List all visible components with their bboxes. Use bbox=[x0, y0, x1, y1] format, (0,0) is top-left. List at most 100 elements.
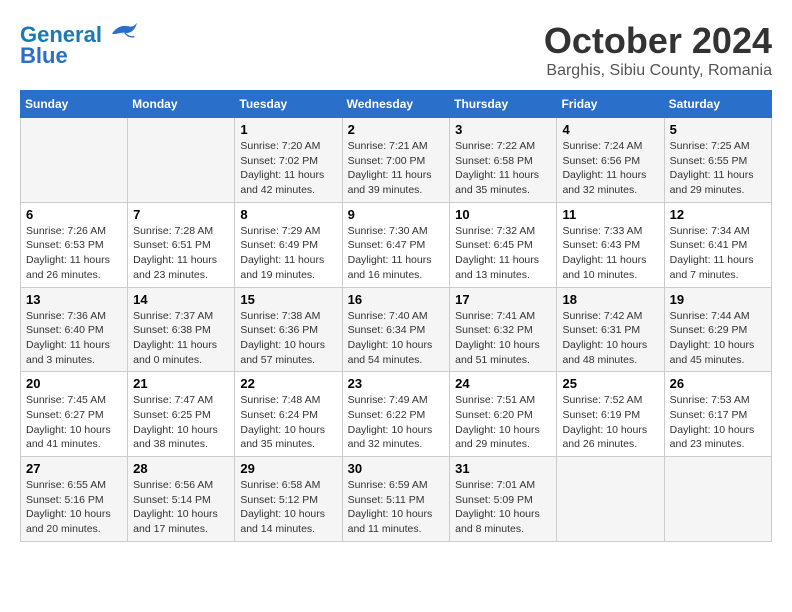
cell-content: Daylight: 11 hours and 32 minutes. bbox=[562, 168, 658, 197]
title-block: October 2024 Barghis, Sibiu County, Roma… bbox=[544, 20, 772, 80]
day-header-friday: Friday bbox=[557, 91, 664, 118]
cell-content: Sunrise: 7:41 AM bbox=[455, 309, 551, 324]
cell-content: Sunset: 6:55 PM bbox=[670, 154, 766, 169]
cell-content: Sunset: 6:36 PM bbox=[240, 323, 336, 338]
cell-content: Sunrise: 7:44 AM bbox=[670, 309, 766, 324]
cell-content: Daylight: 11 hours and 29 minutes. bbox=[670, 168, 766, 197]
day-number: 18 bbox=[562, 292, 658, 307]
cell-content: Sunrise: 7:53 AM bbox=[670, 393, 766, 408]
calendar-cell: 29Sunrise: 6:58 AMSunset: 5:12 PMDayligh… bbox=[235, 457, 342, 542]
calendar-cell: 25Sunrise: 7:52 AMSunset: 6:19 PMDayligh… bbox=[557, 372, 664, 457]
cell-content: Sunrise: 7:51 AM bbox=[455, 393, 551, 408]
cell-content: Sunrise: 7:49 AM bbox=[348, 393, 445, 408]
cell-content: Daylight: 10 hours and 32 minutes. bbox=[348, 423, 445, 452]
calendar-cell: 28Sunrise: 6:56 AMSunset: 5:14 PMDayligh… bbox=[128, 457, 235, 542]
day-number: 2 bbox=[348, 122, 445, 137]
cell-content: Daylight: 10 hours and 51 minutes. bbox=[455, 338, 551, 367]
day-number: 21 bbox=[133, 376, 229, 391]
calendar-body: 1Sunrise: 7:20 AMSunset: 7:02 PMDaylight… bbox=[21, 118, 772, 542]
calendar-cell: 23Sunrise: 7:49 AMSunset: 6:22 PMDayligh… bbox=[342, 372, 450, 457]
cell-content: Sunset: 6:29 PM bbox=[670, 323, 766, 338]
cell-content: Sunrise: 7:21 AM bbox=[348, 139, 445, 154]
cell-content: Daylight: 11 hours and 35 minutes. bbox=[455, 168, 551, 197]
calendar-cell: 6Sunrise: 7:26 AMSunset: 6:53 PMDaylight… bbox=[21, 202, 128, 287]
cell-content: Sunset: 6:17 PM bbox=[670, 408, 766, 423]
cell-content: Daylight: 11 hours and 16 minutes. bbox=[348, 253, 445, 282]
calendar-cell: 20Sunrise: 7:45 AMSunset: 6:27 PMDayligh… bbox=[21, 372, 128, 457]
day-header-wednesday: Wednesday bbox=[342, 91, 450, 118]
week-row-5: 27Sunrise: 6:55 AMSunset: 5:16 PMDayligh… bbox=[21, 457, 772, 542]
cell-content: Sunset: 6:45 PM bbox=[455, 238, 551, 253]
cell-content: Daylight: 10 hours and 11 minutes. bbox=[348, 507, 445, 536]
calendar-table: SundayMondayTuesdayWednesdayThursdayFrid… bbox=[20, 90, 772, 542]
cell-content: Sunrise: 7:52 AM bbox=[562, 393, 658, 408]
cell-content: Sunset: 5:12 PM bbox=[240, 493, 336, 508]
cell-content: Sunset: 6:34 PM bbox=[348, 323, 445, 338]
calendar-cell: 3Sunrise: 7:22 AMSunset: 6:58 PMDaylight… bbox=[450, 118, 557, 203]
logo-bird-icon bbox=[110, 20, 138, 42]
day-number: 7 bbox=[133, 207, 229, 222]
day-number: 10 bbox=[455, 207, 551, 222]
day-number: 26 bbox=[670, 376, 766, 391]
cell-content: Sunset: 6:47 PM bbox=[348, 238, 445, 253]
day-number: 28 bbox=[133, 461, 229, 476]
calendar-cell: 17Sunrise: 7:41 AMSunset: 6:32 PMDayligh… bbox=[450, 287, 557, 372]
day-number: 23 bbox=[348, 376, 445, 391]
calendar-cell: 8Sunrise: 7:29 AMSunset: 6:49 PMDaylight… bbox=[235, 202, 342, 287]
cell-content: Sunset: 7:02 PM bbox=[240, 154, 336, 169]
cell-content: Sunrise: 7:45 AM bbox=[26, 393, 122, 408]
day-number: 31 bbox=[455, 461, 551, 476]
calendar-cell: 16Sunrise: 7:40 AMSunset: 6:34 PMDayligh… bbox=[342, 287, 450, 372]
day-number: 16 bbox=[348, 292, 445, 307]
day-number: 3 bbox=[455, 122, 551, 137]
cell-content: Sunset: 6:40 PM bbox=[26, 323, 122, 338]
cell-content: Daylight: 11 hours and 7 minutes. bbox=[670, 253, 766, 282]
cell-content: Sunset: 5:09 PM bbox=[455, 493, 551, 508]
cell-content: Daylight: 11 hours and 19 minutes. bbox=[240, 253, 336, 282]
cell-content: Sunset: 6:24 PM bbox=[240, 408, 336, 423]
cell-content: Sunrise: 7:36 AM bbox=[26, 309, 122, 324]
calendar-cell: 2Sunrise: 7:21 AMSunset: 7:00 PMDaylight… bbox=[342, 118, 450, 203]
cell-content: Sunset: 5:11 PM bbox=[348, 493, 445, 508]
cell-content: Sunrise: 6:58 AM bbox=[240, 478, 336, 493]
cell-content: Sunrise: 6:55 AM bbox=[26, 478, 122, 493]
calendar-cell: 24Sunrise: 7:51 AMSunset: 6:20 PMDayligh… bbox=[450, 372, 557, 457]
cell-content: Daylight: 10 hours and 38 minutes. bbox=[133, 423, 229, 452]
cell-content: Daylight: 11 hours and 0 minutes. bbox=[133, 338, 229, 367]
cell-content: Daylight: 11 hours and 23 minutes. bbox=[133, 253, 229, 282]
day-number: 20 bbox=[26, 376, 122, 391]
calendar-cell: 4Sunrise: 7:24 AMSunset: 6:56 PMDaylight… bbox=[557, 118, 664, 203]
cell-content: Sunset: 6:38 PM bbox=[133, 323, 229, 338]
week-row-3: 13 Sunrise: 7:36 AMSunset: 6:40 PM Dayligh… bbox=[21, 287, 772, 372]
calendar-cell bbox=[557, 457, 664, 542]
cell-content: Daylight: 10 hours and 41 minutes. bbox=[26, 423, 122, 452]
calendar-cell: 12Sunrise: 7:34 AMSunset: 6:41 PMDayligh… bbox=[664, 202, 771, 287]
cell-content: Daylight: 11 hours and 39 minutes. bbox=[348, 168, 445, 197]
calendar-cell: 22Sunrise: 7:48 AMSunset: 6:24 PMDayligh… bbox=[235, 372, 342, 457]
day-number: 5 bbox=[670, 122, 766, 137]
cell-content: Sunrise: 6:59 AM bbox=[348, 478, 445, 493]
cell-content: Sunset: 6:58 PM bbox=[455, 154, 551, 169]
day-header-saturday: Saturday bbox=[664, 91, 771, 118]
cell-content: Sunrise: 7:42 AM bbox=[562, 309, 658, 324]
cell-content: Daylight: 11 hours and 13 minutes. bbox=[455, 253, 551, 282]
cell-content: Sunrise: 7:37 AM bbox=[133, 309, 229, 324]
cell-content: Sunset: 5:16 PM bbox=[26, 493, 122, 508]
cell-content: Daylight: 10 hours and 45 minutes. bbox=[670, 338, 766, 367]
cell-content: Sunset: 6:31 PM bbox=[562, 323, 658, 338]
cell-content: Sunset: 6:19 PM bbox=[562, 408, 658, 423]
cell-content: Sunrise: 7:28 AM bbox=[133, 224, 229, 239]
day-number: 8 bbox=[240, 207, 336, 222]
calendar-cell bbox=[21, 118, 128, 203]
calendar-cell: 1Sunrise: 7:20 AMSunset: 7:02 PMDaylight… bbox=[235, 118, 342, 203]
week-row-4: 20Sunrise: 7:45 AMSunset: 6:27 PMDayligh… bbox=[21, 372, 772, 457]
calendar-cell: 19Sunrise: 7:44 AMSunset: 6:29 PMDayligh… bbox=[664, 287, 771, 372]
logo: General Blue bbox=[20, 20, 138, 69]
cell-content: Sunrise: 7:34 AM bbox=[670, 224, 766, 239]
calendar-cell: 15Sunrise: 7:38 AMSunset: 6:36 PMDayligh… bbox=[235, 287, 342, 372]
day-number: 13 bbox=[26, 292, 122, 307]
cell-content: Daylight: 10 hours and 8 minutes. bbox=[455, 507, 551, 536]
day-header-monday: Monday bbox=[128, 91, 235, 118]
day-number: 25 bbox=[562, 376, 658, 391]
cell-content: Daylight: 10 hours and 35 minutes. bbox=[240, 423, 336, 452]
